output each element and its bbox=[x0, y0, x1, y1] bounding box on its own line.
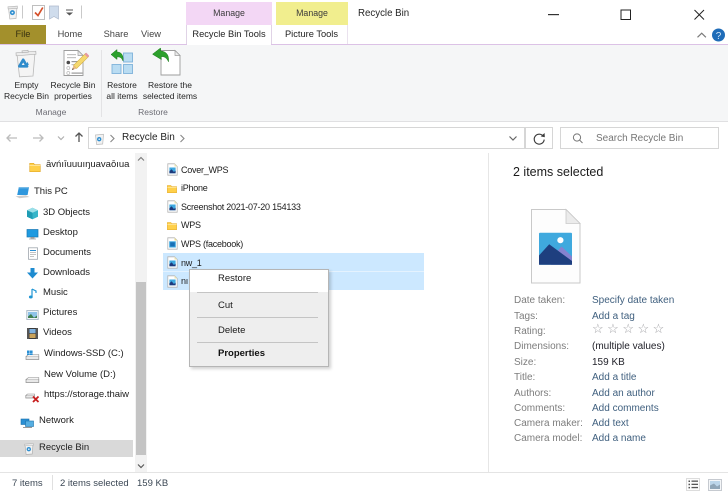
svg-text:?: ? bbox=[716, 31, 722, 42]
